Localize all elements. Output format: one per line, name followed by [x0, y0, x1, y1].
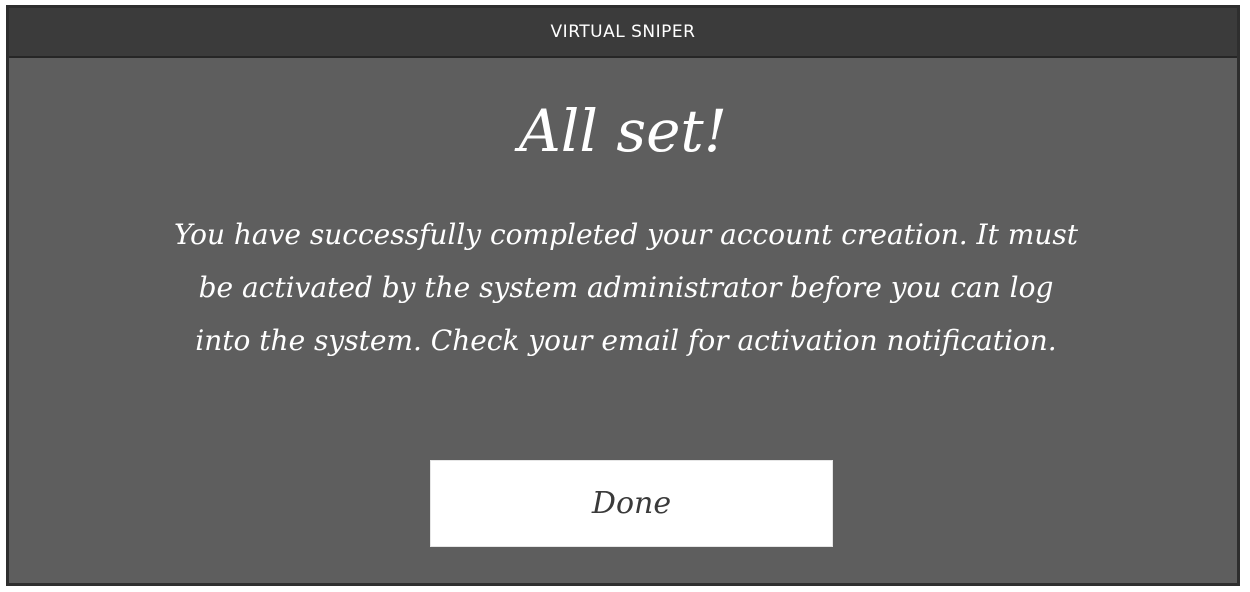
done-button[interactable]: Done: [430, 460, 833, 547]
dialog-message: You have successfully completed your acc…: [174, 218, 1078, 357]
window-title: VIRTUAL SNIPER: [550, 22, 696, 42]
titlebar: VIRTUAL SNIPER: [9, 8, 1237, 58]
account-created-dialog: VIRTUAL SNIPER All set! You have success…: [6, 5, 1240, 586]
dialog-heading: All set!: [518, 97, 728, 165]
